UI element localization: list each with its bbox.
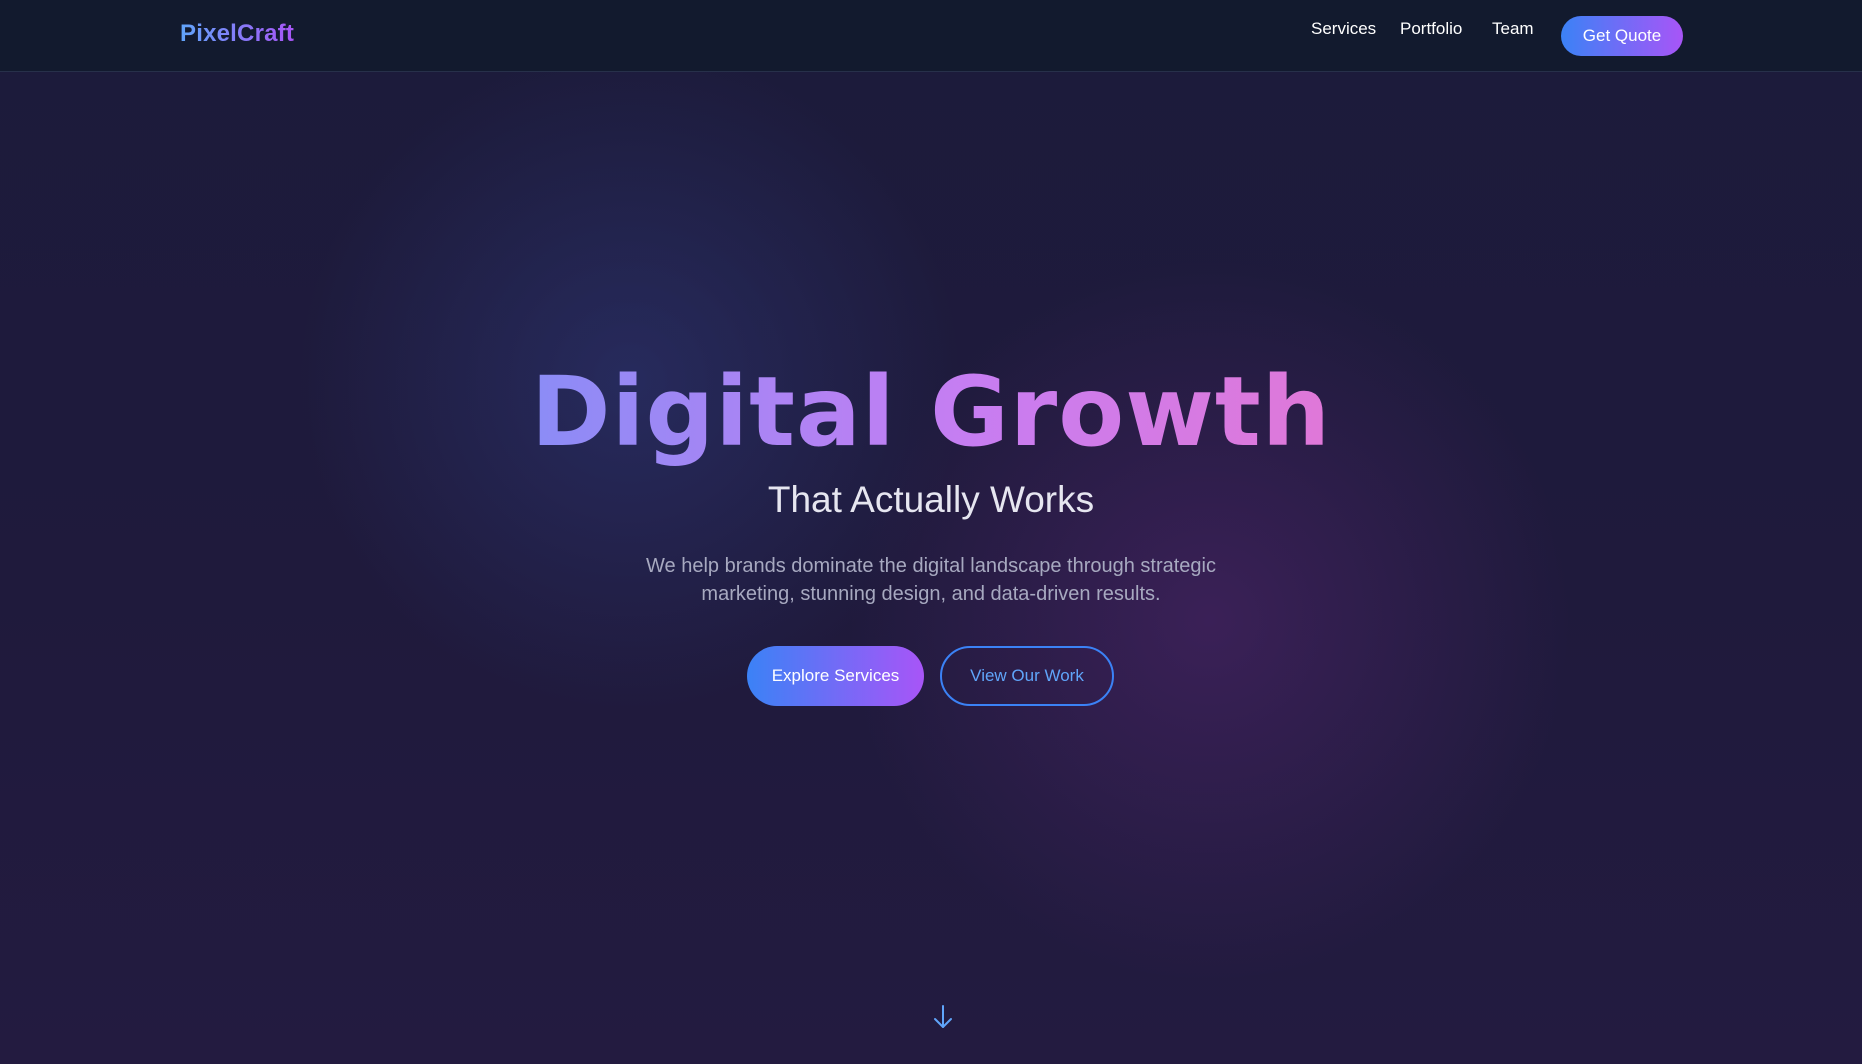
arrow-down-icon[interactable] — [931, 1004, 955, 1030]
hero-background — [0, 0, 1862, 1064]
nav-link-team[interactable]: Team — [1492, 19, 1534, 39]
navbar: PixelCraft Services Portfolio Team Get Q… — [0, 0, 1862, 72]
hero-title-text: Digital Growth — [530, 356, 1332, 468]
view-our-work-button[interactable]: View Our Work — [940, 646, 1114, 706]
nav-link-services[interactable]: Services — [1311, 19, 1376, 39]
hero-title: Digital Growth — [0, 352, 1862, 472]
get-quote-button[interactable]: Get Quote — [1561, 16, 1683, 56]
explore-services-button[interactable]: Explore Services — [747, 646, 924, 706]
hero-description: We help brands dominate the digital land… — [646, 555, 1216, 605]
nav-link-portfolio[interactable]: Portfolio — [1400, 19, 1462, 39]
hero-subtitle: That Actually Works — [767, 479, 1095, 520]
logo[interactable]: PixelCraft — [180, 20, 294, 48]
